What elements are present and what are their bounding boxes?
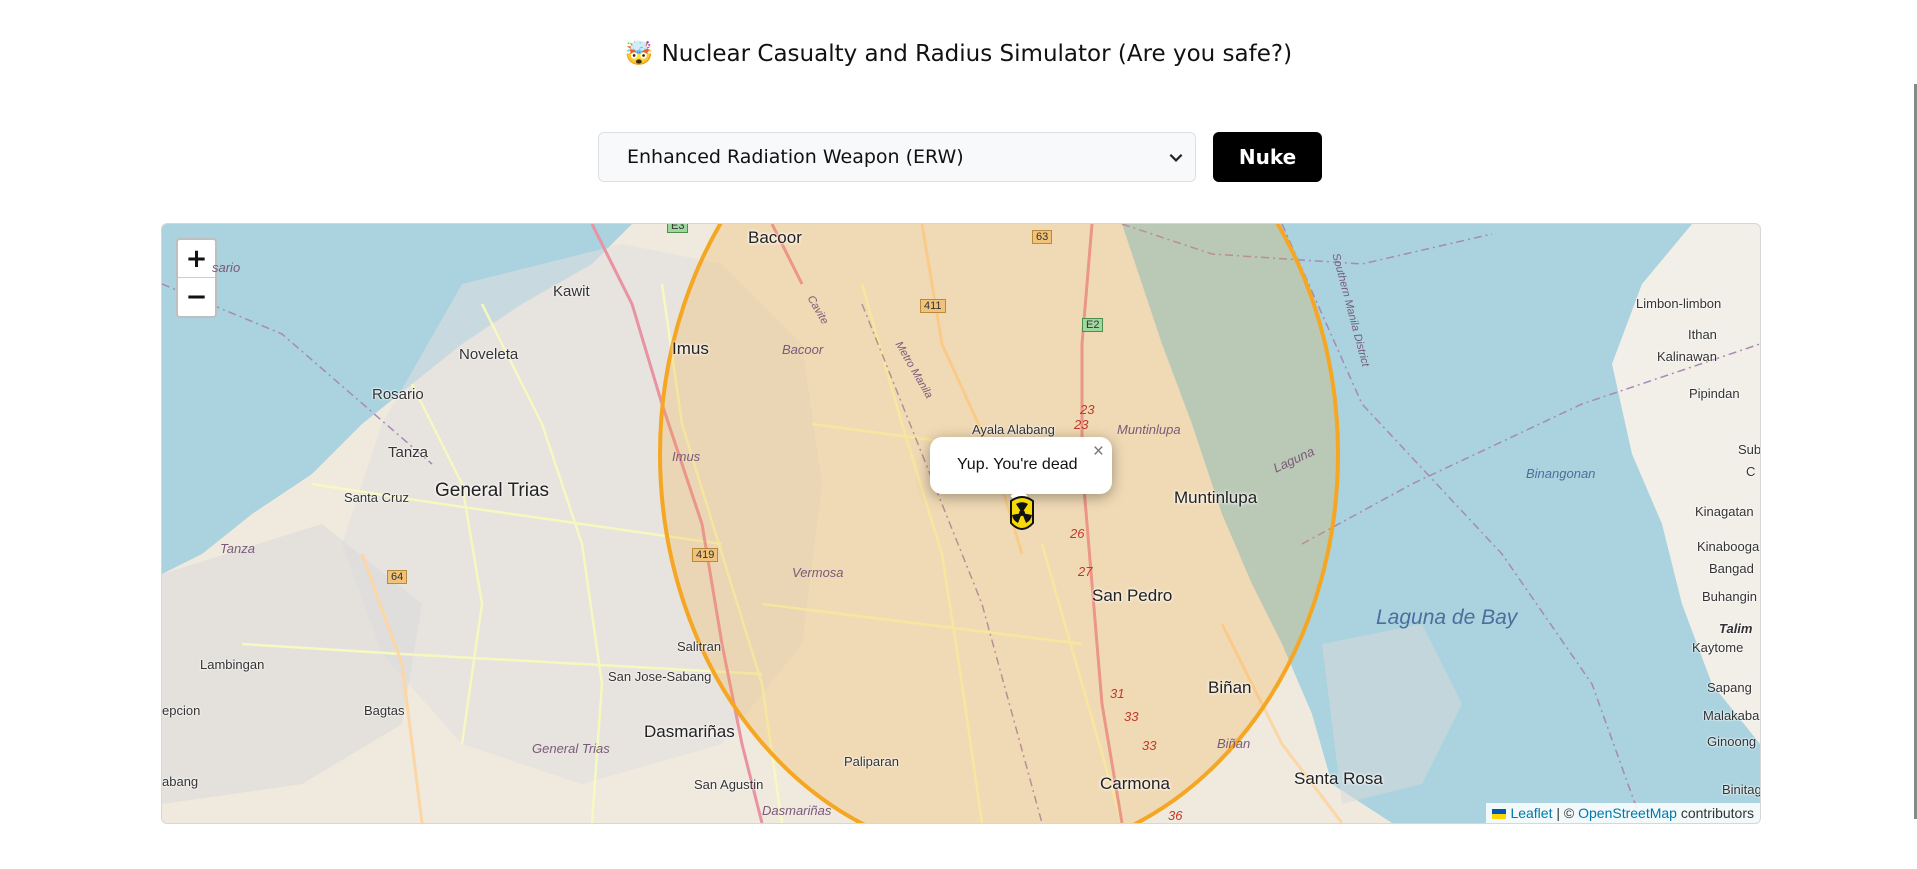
map-label: Salitran: [677, 639, 722, 654]
map-label: Carmona: [1100, 774, 1170, 793]
zoom-control: + −: [176, 238, 217, 318]
page-title-text: Nuclear Casualty and Radius Simulator (A…: [661, 41, 1293, 67]
map-label: Ithan: [1688, 327, 1717, 342]
openstreetmap-link[interactable]: OpenStreetMap: [1578, 805, 1677, 821]
map-label: General Trias: [435, 480, 550, 501]
map-label: abang: [162, 774, 199, 789]
weapon-select-value: Enhanced Radiation Weapon (ERW): [627, 146, 964, 168]
map-label: Tanza: [388, 444, 429, 461]
exploding-head-icon: 🤯: [624, 41, 654, 67]
map-label: Kinabooga: [1697, 539, 1760, 554]
map-label: Tanza: [220, 541, 255, 556]
map-label: Bacoor: [782, 342, 824, 357]
map-label: Muntinlupa: [1117, 422, 1181, 437]
road-shield: 411: [920, 299, 946, 313]
weapon-select[interactable]: Enhanced Radiation Weapon (ERW): [598, 132, 1196, 182]
map-label: C: [1746, 464, 1756, 479]
map-label: Kaytome: [1692, 640, 1744, 655]
map-label: Pipindan: [1689, 386, 1740, 401]
map-label: Dasmariñas: [644, 722, 735, 741]
road-shield: E3: [667, 224, 689, 233]
map-label: Imus: [672, 449, 701, 464]
page-title: 🤯 Nuclear Casualty and Radius Simulator (…: [0, 40, 1917, 67]
radiation-marker-icon[interactable]: [1008, 495, 1036, 533]
road-number: 33: [1124, 709, 1139, 724]
zoom-in-button[interactable]: +: [178, 240, 215, 278]
leaflet-link[interactable]: Leaflet: [1510, 805, 1552, 821]
nuke-button[interactable]: Nuke: [1213, 132, 1322, 182]
map-label: General Trias: [532, 741, 610, 756]
road-number: 36: [1168, 808, 1183, 823]
chevron-down-icon: [1169, 153, 1183, 162]
map-label: Laguna de Bay: [1376, 606, 1518, 629]
road-number: 33: [1142, 738, 1157, 753]
map-label: San Pedro: [1092, 586, 1173, 605]
road-number: 26: [1070, 526, 1085, 541]
attribution-separator: | ©: [1552, 805, 1579, 821]
road-number: 23: [1080, 402, 1095, 417]
road-number: 23: [1074, 417, 1089, 432]
attribution-tail: contributors: [1676, 805, 1754, 821]
map-label: Ayala Alabang: [972, 422, 1055, 437]
map-label: San Agustin: [694, 777, 764, 792]
map-label: Imus: [672, 339, 709, 358]
map-label: Biñan: [1208, 678, 1252, 697]
map-label: Binangonan: [1526, 466, 1596, 481]
map-attribution: Leaflet | © OpenStreetMap contributors: [1486, 803, 1760, 823]
map-label: Biñan: [1217, 736, 1251, 751]
zoom-out-button[interactable]: −: [178, 278, 215, 315]
map-view[interactable]: + − Bacoor Kawit Noveleta Imus Rosario s…: [161, 223, 1761, 824]
map-label: Sapang: [1707, 680, 1752, 695]
map-label: Bacoor: [748, 228, 802, 247]
map-label: Santa Rosa: [1294, 769, 1383, 788]
road-shield: E2: [1082, 318, 1104, 332]
map-label: Bangad: [1709, 561, 1754, 576]
map-label: Muntinlupa: [1174, 488, 1258, 507]
map-label: epcion: [162, 703, 201, 718]
road-number: 27: [1078, 564, 1093, 579]
map-label: Limbon-limbon: [1636, 296, 1722, 311]
road-shield: 64: [387, 570, 408, 584]
map-label: sario: [212, 260, 241, 275]
close-icon[interactable]: ×: [1093, 441, 1104, 463]
map-label: Sub: [1738, 442, 1761, 457]
road-number: 31: [1110, 686, 1125, 701]
map-label: Ginoong: [1707, 734, 1757, 749]
map-label: Talim: [1719, 621, 1753, 636]
map-label: Malakaba: [1703, 708, 1760, 723]
map-label: Bagtas: [364, 703, 405, 718]
map-label: Kawit: [553, 283, 590, 300]
road-shield: 63: [1032, 230, 1053, 244]
ukraine-flag-icon: [1492, 809, 1507, 820]
popup-message: Yup. You're dead: [957, 456, 1078, 473]
map-label: San Jose-Sabang: [608, 669, 712, 684]
map-popup: Yup. You're dead ×: [930, 437, 1112, 505]
map-label: Dasmariñas: [762, 803, 832, 818]
map-label: Paliparan: [844, 754, 899, 769]
map-label: Noveleta: [459, 346, 519, 363]
map-label: Santa Cruz: [344, 490, 410, 505]
map-tiles: [162, 224, 1760, 823]
map-label: Buhangin: [1702, 589, 1757, 604]
map-label: Vermosa: [792, 565, 844, 580]
map-label: Kinagatan: [1695, 504, 1754, 519]
map-label: Rosario: [372, 386, 424, 403]
map-label: Binitag: [1722, 782, 1761, 797]
map-label: Lambingan: [200, 657, 265, 672]
map-label: Kalinawan: [1657, 349, 1717, 364]
road-shield: 419: [692, 548, 719, 562]
